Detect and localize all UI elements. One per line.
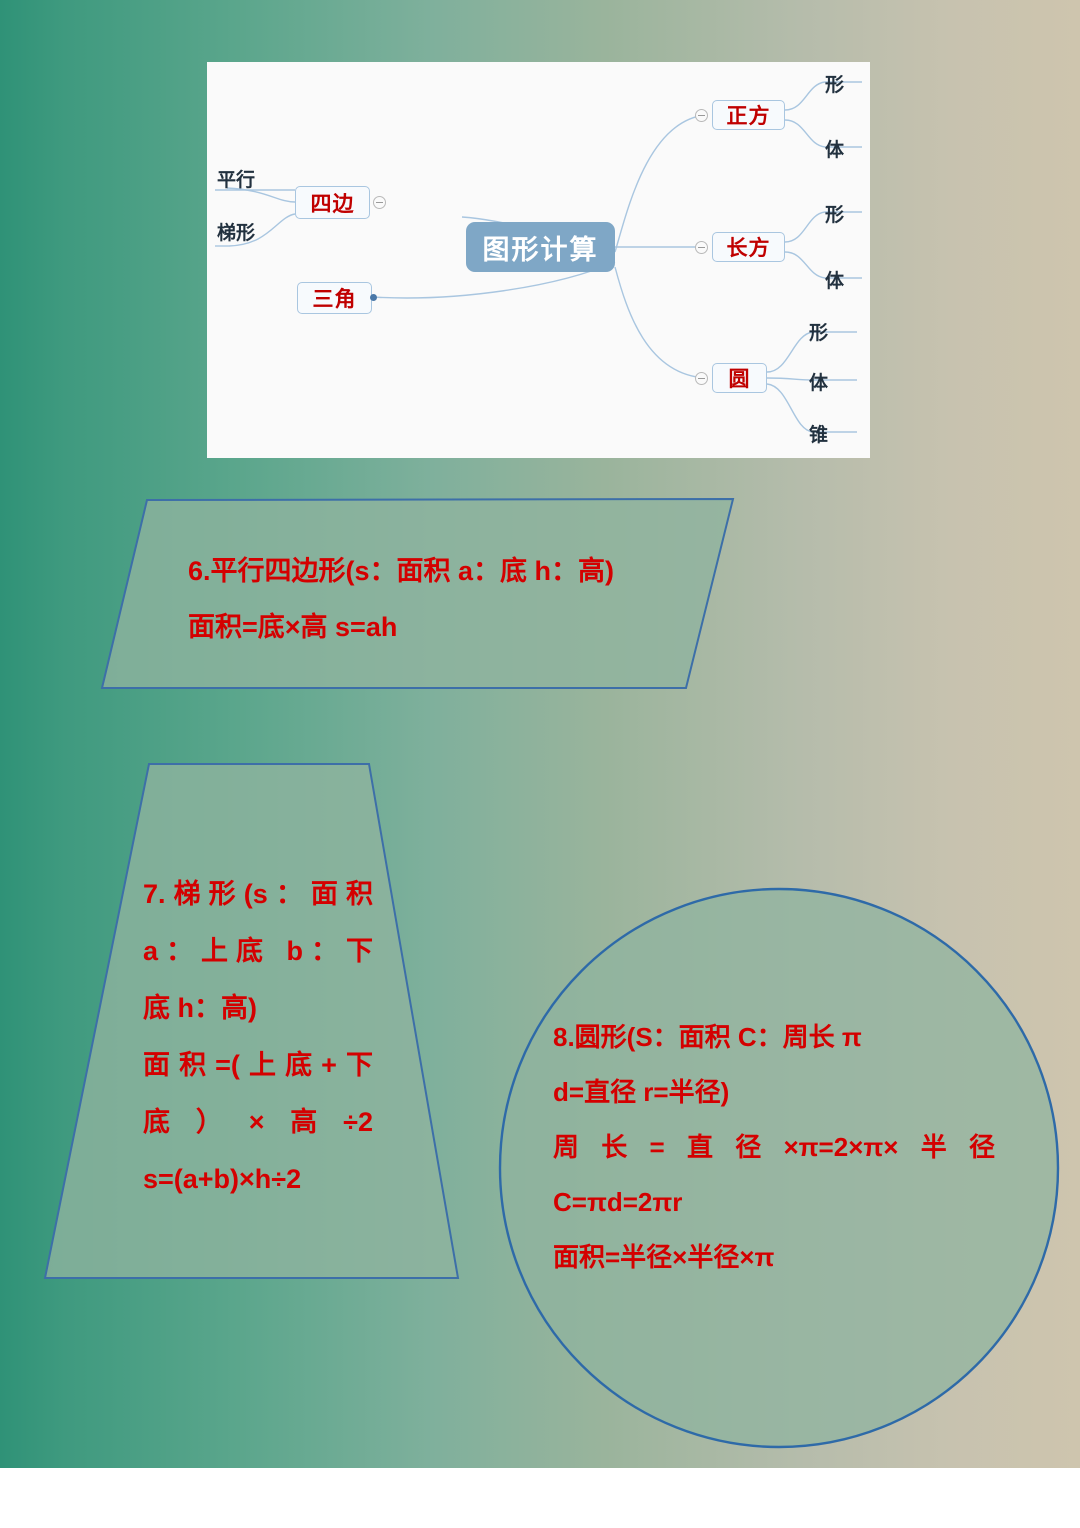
mindmap-node-rectangle-label: 长方 — [726, 237, 771, 260]
mindmap-leaf-square-solid[interactable]: 体 — [825, 135, 844, 162]
trapezoid-formula-line-2: a：上底 b：下 — [143, 936, 373, 966]
circle-formula-block: 8.圆形(S：面积 C：周长 π d=直径 r=半径) 周长=直径×π=2×π×… — [553, 1010, 995, 1285]
slide-page: 图形计算 四边 平行 梯形 三角 正方 形 体 长方 形 体 圆 形 体 锥 6… — [0, 0, 1080, 1528]
mindmap-leaf-trapezoid-label: 梯形 — [217, 223, 256, 244]
trapezoid-formula-line-3: 底 h：高) — [143, 993, 257, 1023]
collapse-toggle-icon-rectangle[interactable] — [695, 241, 708, 254]
mindmap-leaf-square-shape[interactable]: 形 — [825, 70, 844, 97]
mindmap-panel: 图形计算 四边 平行 梯形 三角 正方 形 体 长方 形 体 圆 形 体 锥 — [207, 62, 870, 458]
mindmap-center-node[interactable]: 图形计算 — [466, 222, 615, 272]
mindmap-leaf-circle-cone-label: 锥 — [809, 425, 829, 446]
parallelogram-formula-line-1: 6.平行四边形(s：面积 a：底 h：高) — [188, 556, 615, 586]
trapezoid-formula-line-1: 7.梯形(s：面积 — [143, 879, 373, 909]
mindmap-node-square[interactable]: 正方 — [712, 100, 785, 130]
mindmap-node-circle-label: 圆 — [728, 368, 751, 391]
mindmap-leaf-square-solid-label: 体 — [825, 140, 845, 161]
mindmap-center-label: 图形计算 — [482, 234, 599, 265]
parallelogram-formula-line-2: 面积=底×高 s=ah — [188, 612, 398, 642]
circle-formula-line-4: C=πd=2πr — [553, 1187, 683, 1217]
mindmap-node-triangle[interactable]: 三角 — [297, 282, 372, 314]
mindmap-node-square-label: 正方 — [726, 105, 771, 128]
trapezoid-formula-line-6: s=(a+b)×h÷2 — [143, 1164, 302, 1194]
collapse-toggle-icon-circle[interactable] — [695, 372, 708, 385]
mindmap-leaf-circle-shape[interactable]: 形 — [809, 318, 828, 345]
mindmap-node-circle[interactable]: 圆 — [712, 363, 767, 393]
circle-formula-line-2: d=直径 r=半径) — [553, 1077, 730, 1107]
mindmap-leaf-parallel-label: 平行 — [217, 170, 256, 191]
mindmap-leaf-square-shape-label: 形 — [825, 75, 845, 96]
circle-formula-line-3: 周长=直径×π=2×π×半径 — [553, 1132, 995, 1162]
mindmap-leaf-circle-shape-label: 形 — [809, 323, 829, 344]
branch-dot-icon-triangle[interactable] — [370, 294, 377, 301]
trapezoid-formula-line-4: 面积=(上底+下 — [143, 1050, 373, 1080]
mindmap-node-quadrilateral[interactable]: 四边 — [295, 186, 370, 219]
mindmap-leaf-circle-solid[interactable]: 体 — [809, 368, 828, 395]
mindmap-leaf-circle-solid-label: 体 — [809, 373, 829, 394]
mindmap-node-triangle-label: 三角 — [312, 288, 357, 311]
circle-formula-line-5: 面积=半径×半径×π — [553, 1242, 775, 1272]
mindmap-leaf-trapezoid[interactable]: 梯形 — [217, 218, 255, 245]
mindmap-node-rectangle[interactable]: 长方 — [712, 232, 785, 262]
trapezoid-formula-block: 7.梯形(s：面积 a：上底 b：下 底 h：高) 面积=(上底+下 底）×高÷… — [143, 866, 373, 1208]
circle-formula-line-1: 8.圆形(S：面积 C：周长 π — [553, 1022, 862, 1052]
mindmap-node-quadrilateral-label: 四边 — [310, 192, 355, 216]
collapse-toggle-icon-quadrilateral[interactable] — [373, 196, 386, 209]
collapse-toggle-icon-square[interactable] — [695, 109, 708, 122]
mindmap-leaf-rectangle-solid[interactable]: 体 — [825, 266, 844, 293]
mindmap-leaf-parallel[interactable]: 平行 — [217, 165, 255, 192]
mindmap-leaf-circle-cone[interactable]: 锥 — [809, 420, 828, 447]
mindmap-leaf-rectangle-shape[interactable]: 形 — [825, 200, 844, 227]
mindmap-leaf-rectangle-shape-label: 形 — [825, 205, 845, 226]
trapezoid-formula-line-5: 底）×高÷2 — [143, 1107, 373, 1137]
mindmap-leaf-rectangle-solid-label: 体 — [825, 271, 845, 292]
parallelogram-formula-block: 6.平行四边形(s：面积 a：底 h：高) 面积=底×高 s=ah — [188, 543, 708, 655]
